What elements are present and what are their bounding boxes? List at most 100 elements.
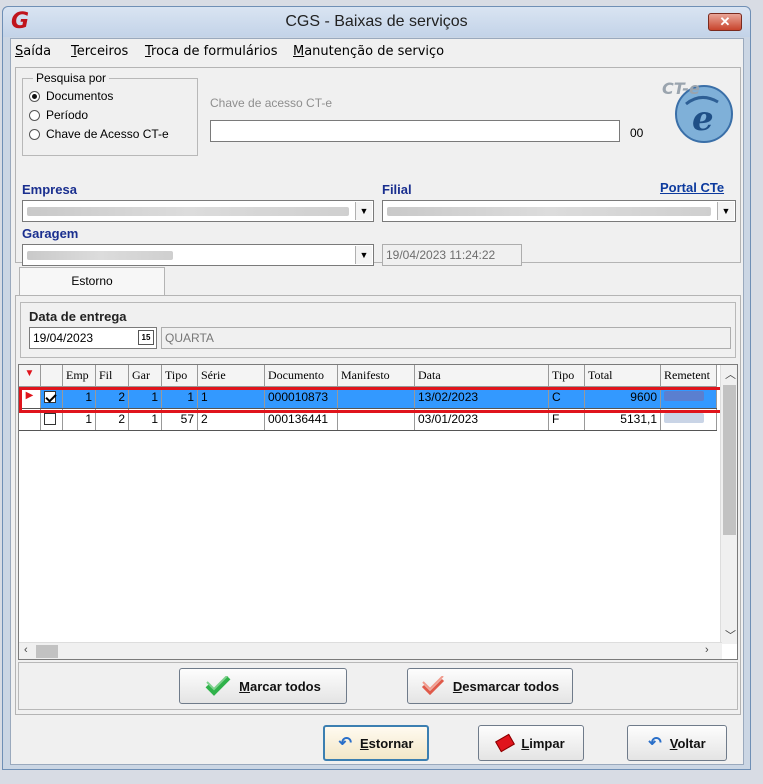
scroll-down-icon[interactable]: ﹀ [725, 627, 736, 643]
header-data[interactable]: Data [415, 365, 549, 386]
redacted-value [27, 207, 349, 216]
cell-serie: 2 [198, 409, 265, 430]
header-documento[interactable]: Documento [265, 365, 338, 386]
delivery-date-value: 19/04/2023 [33, 331, 94, 345]
cell-manifesto [338, 387, 415, 408]
search-panel: Pesquisa por Documentos Período Chave de… [15, 67, 741, 266]
table-row[interactable]: 1 2 1 57 2 000136441 03/01/2023 F 5131,1 [19, 409, 717, 431]
estorno-panel: Data de entrega 19/04/2023 15 QUARTA ▼ E… [15, 295, 741, 715]
chevron-down-icon[interactable]: ▼ [355, 246, 372, 264]
cell-total: 5131,1 [585, 409, 661, 430]
chevron-down-icon[interactable]: ▼ [355, 202, 372, 220]
access-key-input[interactable] [210, 120, 620, 142]
header-serie[interactable]: Série [198, 365, 265, 386]
checkbox-checked-icon[interactable] [44, 391, 56, 403]
horizontal-scrollbar[interactable]: ‹ › [19, 642, 722, 659]
cell-tipo2: C [549, 387, 585, 408]
radio-periodo[interactable]: Período [29, 108, 88, 122]
access-key-suffix: 00 [630, 126, 644, 140]
cell-remetente [661, 409, 717, 430]
radio-unselected-icon [29, 128, 40, 140]
cell-documento: 000010873 [265, 387, 338, 408]
back-button[interactable]: ↶ Voltar [627, 725, 727, 761]
cell-remetente [661, 387, 717, 408]
back-arrow-icon: ↶ [648, 735, 662, 752]
grid-actions: Marcar todos Desmarcar todos [18, 662, 738, 710]
sort-indicator-icon[interactable]: ▼ [19, 365, 41, 386]
table-row[interactable]: ▶ 1 2 1 1 1 000010873 13/02/2023 C 9600 [19, 387, 717, 409]
cell-tipo2: F [549, 409, 585, 430]
header-tipo2[interactable]: Tipo [549, 365, 585, 386]
delivery-date-label: Data de entrega [29, 309, 127, 324]
cell-documento: 000136441 [265, 409, 338, 430]
row-pointer [19, 409, 41, 430]
header-manifesto[interactable]: Manifesto [338, 365, 415, 386]
scroll-thumb[interactable] [36, 645, 58, 658]
garagem-select[interactable]: ▼ [22, 244, 374, 266]
close-button[interactable]: ✕ [708, 13, 742, 31]
redacted-value [664, 391, 704, 401]
eraser-icon [495, 733, 516, 753]
undo-arrow-icon: ↶ [338, 735, 352, 752]
menu-manutencao-servico[interactable]: Manutenção de serviço [293, 44, 444, 59]
back-label: Voltar [669, 735, 706, 751]
header-tipo[interactable]: Tipo [162, 365, 198, 386]
radio-documentos[interactable]: Documentos [29, 89, 113, 103]
uncheck-icon [421, 676, 444, 696]
radio-unselected-icon [29, 109, 40, 121]
weekday-field: QUARTA [161, 327, 731, 349]
filial-select[interactable]: ▼ [382, 200, 736, 222]
menu-troca-formularios[interactable]: Troca de formulários [145, 44, 277, 59]
cell-fil: 2 [96, 387, 129, 408]
cell-data: 03/01/2023 [415, 409, 549, 430]
vertical-scrollbar[interactable]: ︿ ﹀ [720, 365, 737, 644]
cell-gar: 1 [129, 387, 162, 408]
header-check [41, 365, 63, 386]
header-emp[interactable]: Emp [63, 365, 96, 386]
app-window: G CGS - Baixas de serviços ✕ Saída Terce… [2, 6, 751, 770]
radio-chave-acesso[interactable]: Chave de Acesso CT-e [29, 127, 169, 141]
cte-logo-icon: e CT-e [662, 79, 733, 143]
header-remetente[interactable]: Remetent [661, 365, 717, 386]
search-type-group: Pesquisa por Documentos Período Chave de… [22, 71, 198, 156]
garagem-label: Garagem [22, 226, 79, 241]
reverse-button[interactable]: ↶ Estornar [323, 725, 429, 761]
header-fil[interactable]: Fil [96, 365, 129, 386]
header-gar[interactable]: Gar [129, 365, 162, 386]
mark-all-button[interactable]: Marcar todos [179, 668, 347, 704]
cell-gar: 1 [129, 409, 162, 430]
cell-manifesto [338, 409, 415, 430]
chevron-down-icon[interactable]: ▼ [717, 202, 734, 220]
clear-button[interactable]: Limpar [478, 725, 584, 761]
window-title: CGS - Baixas de serviços [285, 13, 468, 30]
unmark-all-button[interactable]: Desmarcar todos [407, 668, 573, 704]
documents-grid[interactable]: ▼ Emp Fil Gar Tipo Série Documento Manif… [18, 364, 738, 660]
client-area: Saída Terceiros Troca de formulários Man… [10, 38, 744, 765]
portal-cte-link[interactable]: Portal CTe [660, 180, 724, 195]
cell-fil: 2 [96, 409, 129, 430]
menu-terceiros[interactable]: Terceiros [71, 44, 128, 59]
menu-saida[interactable]: Saída [15, 44, 51, 59]
group-title: Pesquisa por [33, 71, 110, 85]
header-total[interactable]: Total [585, 365, 661, 386]
radio-label: Chave de Acesso CT-e [46, 127, 169, 141]
checkmark-icon [205, 676, 231, 696]
cte-logo-text: CT-e [662, 79, 700, 98]
scroll-up-icon[interactable]: ︿ [725, 366, 736, 382]
delivery-date-input[interactable]: 19/04/2023 15 [29, 327, 157, 349]
scroll-right-icon[interactable]: › [705, 644, 709, 656]
grid-header: ▼ Emp Fil Gar Tipo Série Documento Manif… [19, 365, 717, 387]
row-checkbox[interactable] [41, 387, 63, 408]
scroll-thumb[interactable] [723, 385, 736, 535]
title-bar: G CGS - Baixas de serviços ✕ [3, 7, 750, 37]
radio-label: Período [46, 108, 89, 122]
unmark-all-label: Desmarcar todos [452, 678, 560, 694]
tab-estorno[interactable]: Estorno [19, 267, 165, 295]
cell-tipo: 57 [162, 409, 198, 430]
empresa-select[interactable]: ▼ [22, 200, 374, 222]
checkbox-unchecked-icon[interactable] [44, 413, 56, 425]
delivery-date-group: Data de entrega 19/04/2023 15 QUARTA [20, 302, 736, 358]
scroll-left-icon[interactable]: ‹ [24, 644, 28, 656]
calendar-icon[interactable]: 15 [138, 330, 154, 345]
row-checkbox[interactable] [41, 409, 63, 430]
